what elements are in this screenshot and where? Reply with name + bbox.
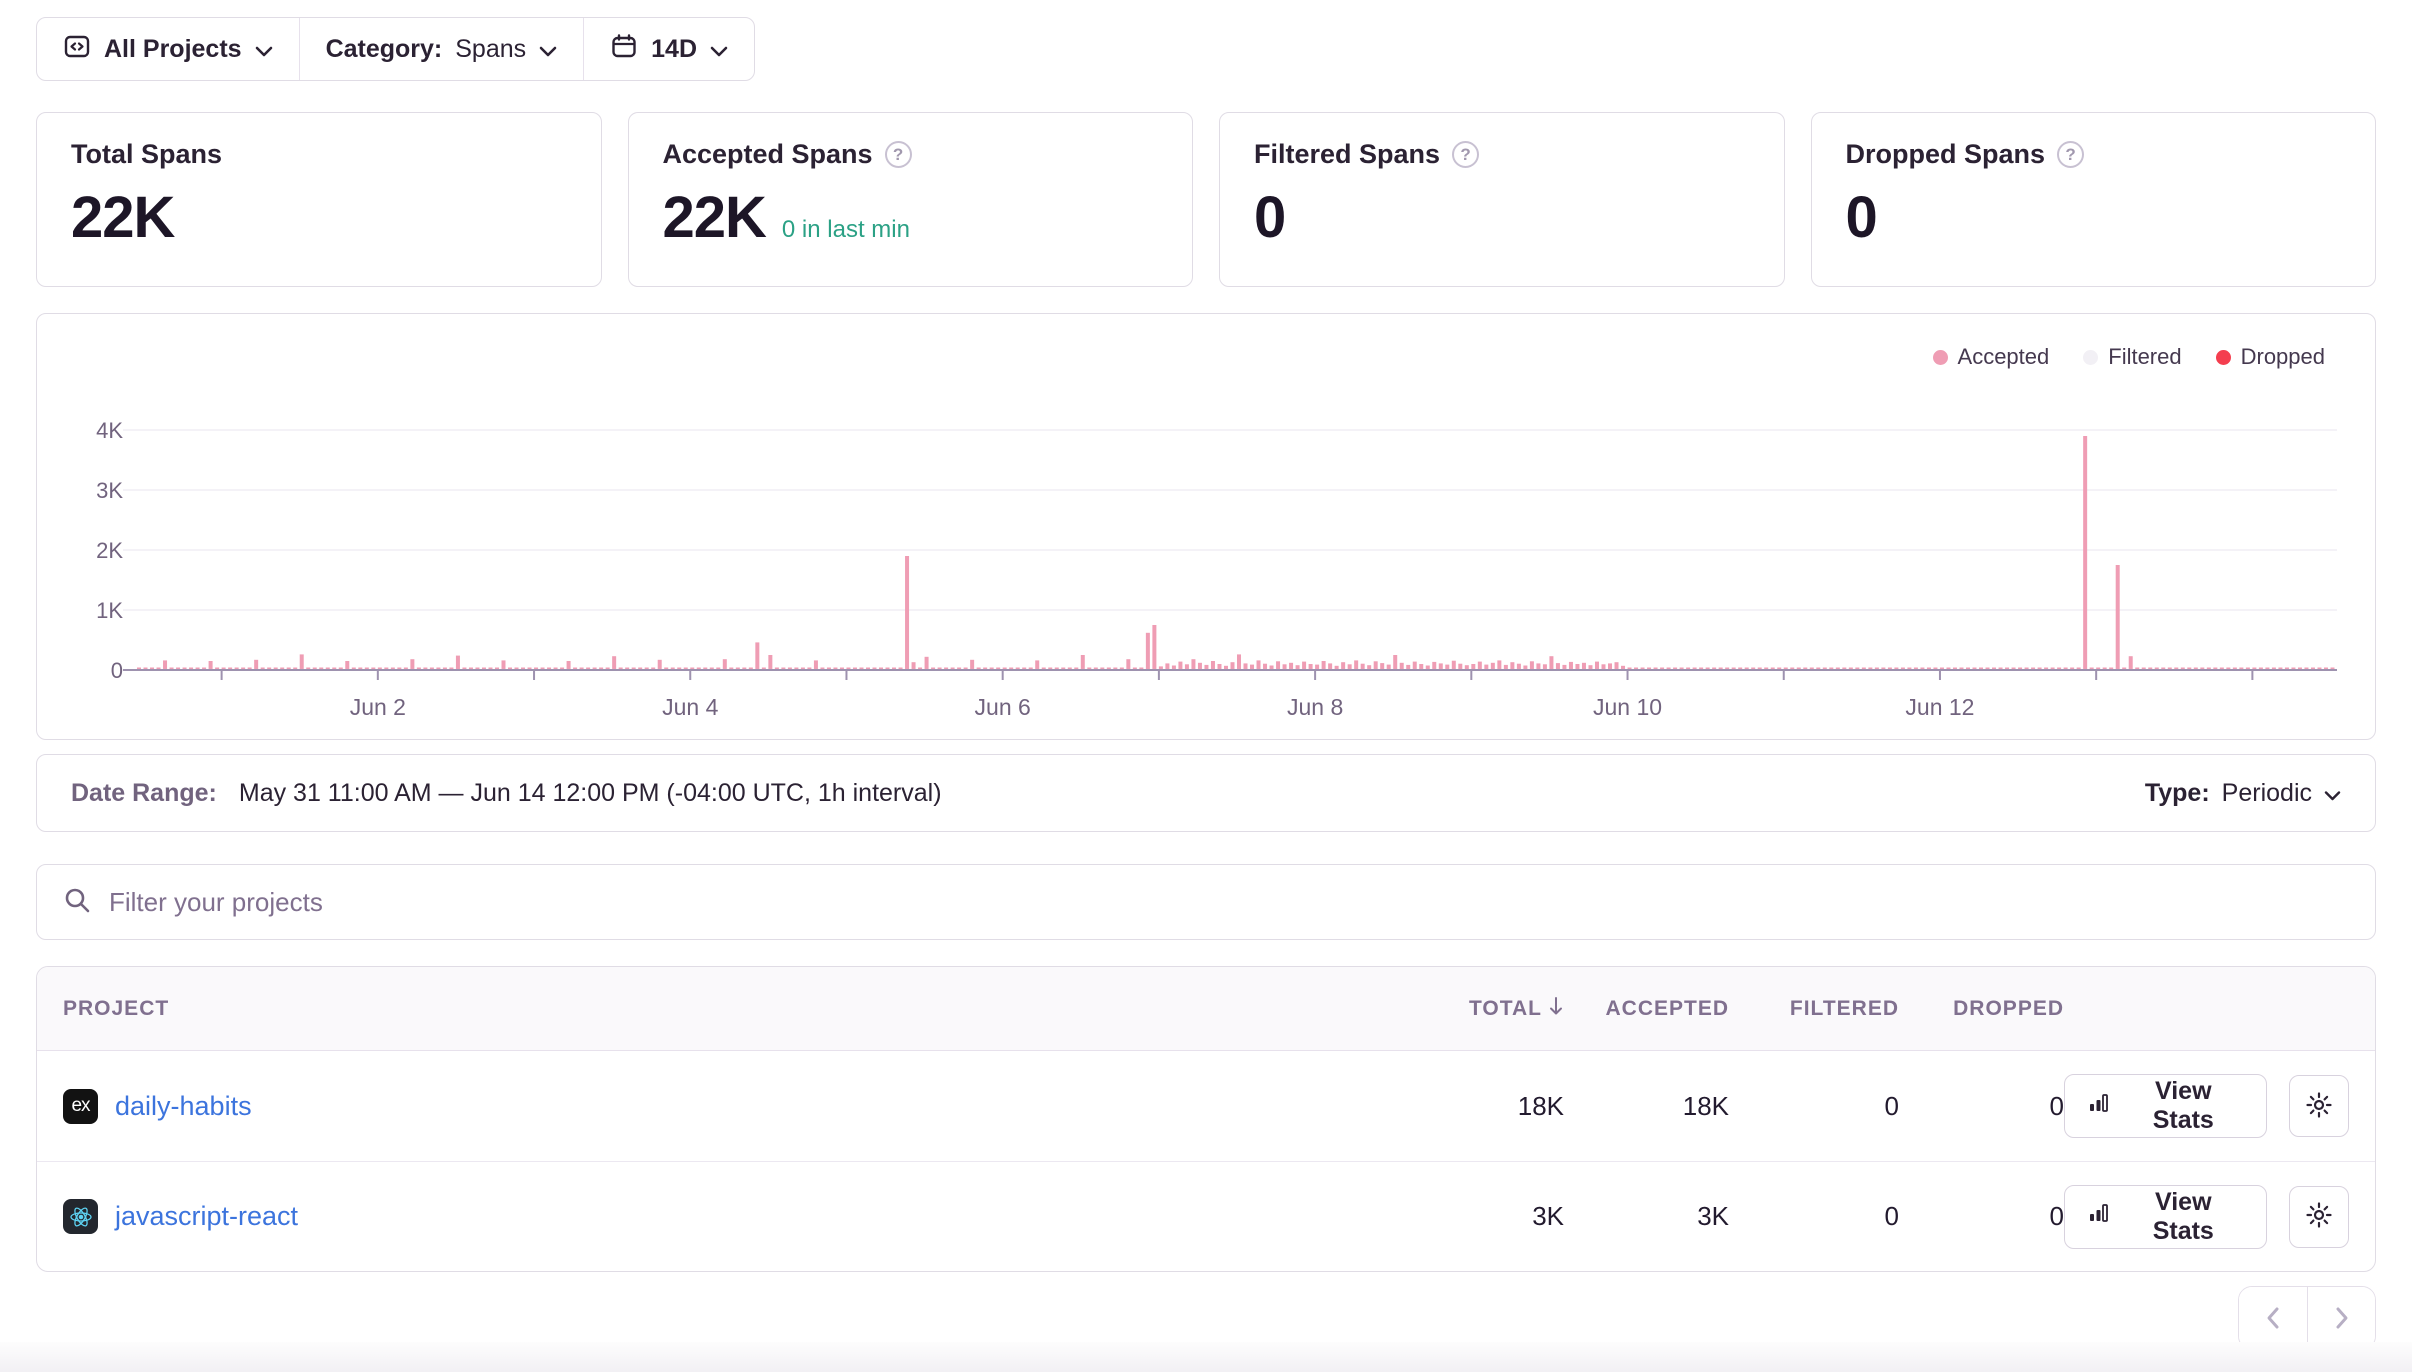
express-platform-icon: ex [63, 1089, 98, 1124]
accepted-spans-card: Accepted Spans ? 22K 0 in last min [628, 112, 1194, 287]
column-header-filtered[interactable]: Filtered [1729, 997, 1899, 1021]
dropped-cell: 0 [1899, 1201, 2064, 1232]
legend-item-dropped[interactable]: Dropped [2216, 344, 2325, 370]
view-stats-button[interactable]: View Stats [2064, 1074, 2267, 1138]
svg-text:Jun 6: Jun 6 [975, 694, 1031, 720]
dropped-spans-card: Dropped Spans ? 0 [1811, 112, 2377, 287]
svg-text:Jun 10: Jun 10 [1593, 694, 1662, 720]
spans-chart-card: Accepted Filtered Dropped 0 1K 2K 3K 4K Jun 2… [36, 313, 2376, 740]
accepted-dot-icon [1933, 350, 1948, 365]
column-header-total[interactable]: Total [1414, 996, 1564, 1022]
last-minute-count: 0 in last min [782, 216, 910, 244]
card-title: Accepted Spans [663, 139, 873, 170]
category-value: Spans [455, 35, 526, 64]
pagination [36, 1286, 2376, 1350]
svg-text:1K: 1K [96, 598, 123, 623]
project-link[interactable]: javascript-react [115, 1201, 298, 1232]
svg-text:4K: 4K [96, 418, 123, 443]
table-row: javascript-react 3K 3K 0 0 View Stats [37, 1161, 2375, 1271]
type-value: Periodic [2222, 779, 2312, 808]
project-search-bar [36, 864, 2376, 940]
svg-text:Jun 12: Jun 12 [1905, 694, 1974, 720]
project-link[interactable]: daily-habits [115, 1091, 252, 1122]
column-header-dropped[interactable]: Dropped [1899, 997, 2064, 1021]
next-page-button[interactable] [2307, 1287, 2375, 1349]
card-value: 0 [1846, 184, 1877, 251]
accepted-cell: 3K [1564, 1201, 1729, 1232]
date-range-label: Date Range: [71, 779, 217, 808]
calendar-icon [610, 32, 638, 67]
svg-text:Jun 2: Jun 2 [350, 694, 406, 720]
bar-chart-icon [2087, 1201, 2111, 1232]
stats-filter-bar: All Projects Category: Spans 14D [36, 17, 755, 81]
date-range-value: 14D [651, 35, 697, 64]
legend-item-accepted[interactable]: Accepted [1933, 344, 2050, 370]
sort-descending-icon [1548, 996, 1564, 1022]
project-settings-button[interactable] [2289, 1186, 2349, 1248]
previous-page-button[interactable] [2239, 1287, 2307, 1349]
chart-legend: Accepted Filtered Dropped [37, 344, 2375, 370]
search-input[interactable] [109, 887, 2349, 918]
filtered-dot-icon [2083, 350, 2098, 365]
category-label: Category: [326, 35, 443, 64]
org-stats-page: All Projects Category: Spans 14D [0, 0, 2412, 1372]
help-icon[interactable]: ? [1452, 141, 1479, 168]
table-header-row: Project Total Accepted Filtered Dropped [37, 967, 2375, 1051]
spans-bar-chart: 0 1K 2K 3K 4K Jun 2 Jun 4 Jun 6 Jun 8 Jun 10 Jun 1… [37, 370, 2375, 728]
date-range-bar: Date Range: May 31 11:00 AM — Jun 14 12:… [36, 754, 2376, 832]
chevron-down-icon [255, 35, 273, 64]
projects-icon [63, 32, 91, 67]
total-cell: 3K [1414, 1201, 1564, 1232]
type-selector[interactable]: Type: Periodic [2145, 779, 2341, 808]
legend-label: Accepted [1958, 344, 2050, 370]
date-range-selector[interactable]: 14D [583, 18, 754, 80]
stat-cards: Total Spans 22K Accepted Spans ? 22K 0 i… [36, 112, 2376, 287]
svg-text:0: 0 [111, 658, 123, 683]
dropped-cell: 0 [1899, 1091, 2064, 1122]
filtered-cell: 0 [1729, 1091, 1899, 1122]
gear-icon [2304, 1090, 2334, 1123]
date-range-value-text: May 31 11:00 AM — Jun 14 12:00 PM (-04:0… [239, 779, 942, 808]
card-value: 22K [663, 184, 766, 251]
gear-icon [2304, 1200, 2334, 1233]
page-bottom-edge [0, 1342, 2412, 1372]
type-label: Type: [2145, 779, 2210, 808]
table-row: ex daily-habits 18K 18K 0 0 View Stats [37, 1051, 2375, 1161]
help-icon[interactable]: ? [885, 141, 912, 168]
category-selector[interactable]: Category: Spans [299, 18, 584, 80]
project-settings-button[interactable] [2289, 1075, 2349, 1137]
projects-table: Project Total Accepted Filtered Dropped … [36, 966, 2376, 1272]
chevron-down-icon [539, 35, 557, 64]
column-header-project: Project [63, 997, 1414, 1021]
card-value: 22K [71, 184, 174, 251]
help-icon[interactable]: ? [2057, 141, 2084, 168]
project-selector[interactable]: All Projects [37, 18, 299, 80]
project-selector-label: All Projects [104, 35, 242, 64]
column-header-accepted[interactable]: Accepted [1564, 997, 1729, 1021]
accepted-cell: 18K [1564, 1091, 1729, 1122]
svg-text:3K: 3K [96, 478, 123, 503]
svg-text:Jun 8: Jun 8 [1287, 694, 1343, 720]
filtered-cell: 0 [1729, 1201, 1899, 1232]
card-value: 0 [1254, 184, 1285, 251]
dropped-dot-icon [2216, 350, 2231, 365]
svg-text:Jun 4: Jun 4 [662, 694, 718, 720]
filtered-spans-card: Filtered Spans ? 0 [1219, 112, 1785, 287]
chevron-down-icon [710, 35, 728, 64]
view-stats-button[interactable]: View Stats [2064, 1185, 2267, 1249]
legend-item-filtered[interactable]: Filtered [2083, 344, 2181, 370]
svg-text:2K: 2K [96, 538, 123, 563]
react-platform-icon [63, 1199, 98, 1234]
total-cell: 18K [1414, 1091, 1564, 1122]
search-icon [63, 886, 91, 919]
card-title: Filtered Spans [1254, 139, 1440, 170]
card-title: Dropped Spans [1846, 139, 2046, 170]
total-spans-card: Total Spans 22K [36, 112, 602, 287]
legend-label: Filtered [2108, 344, 2181, 370]
legend-label: Dropped [2241, 344, 2325, 370]
chevron-down-icon [2324, 779, 2341, 808]
bar-chart-icon [2087, 1091, 2111, 1122]
card-title: Total Spans [71, 139, 222, 170]
